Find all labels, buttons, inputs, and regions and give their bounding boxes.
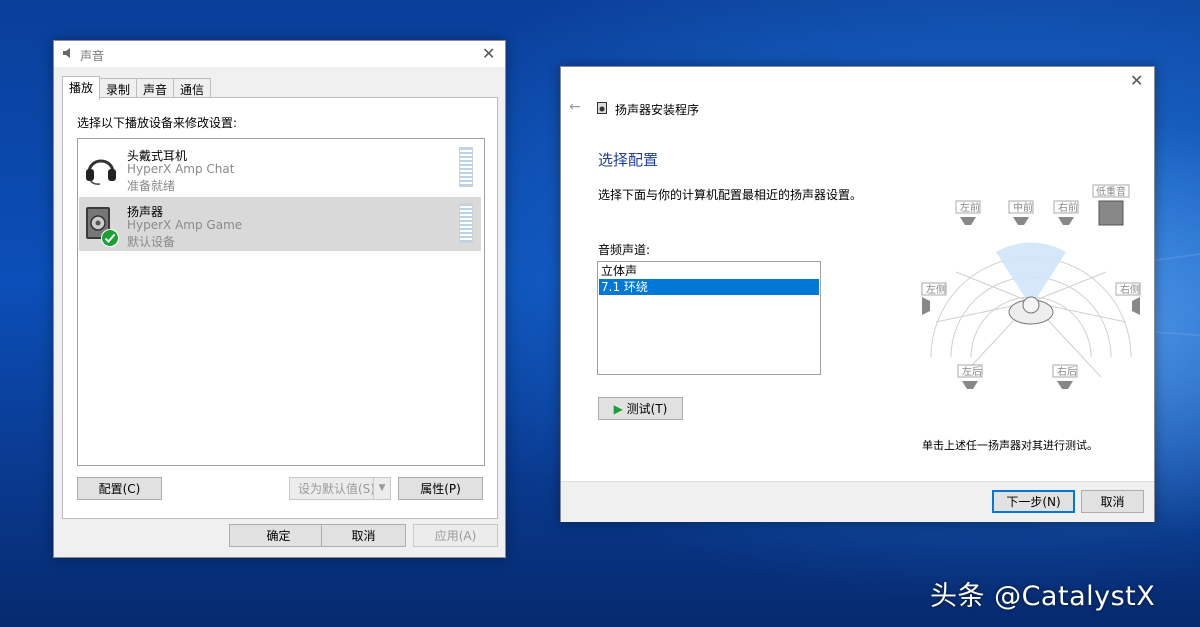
sound-dialog: 声音 ✕ 播放 录制 声音 通信 选择以下播放设备来修改设置: 头戴式耳机 Hy… [53, 40, 506, 558]
test-button[interactable]: ▶ 测试(T) [598, 397, 683, 420]
device-item-headphones[interactable]: 头戴式耳机 HyperX Amp Chat 准备就绪 [79, 141, 481, 195]
playback-panel: 选择以下播放设备来修改设置: 头戴式耳机 HyperX Amp Chat 准备就… [62, 97, 498, 519]
channel-list[interactable]: 立体声 7.1 环绕 [597, 261, 821, 375]
speaker-layout-diagram: 左前 中前 右前 低重音 左侧 右侧 左后 右后 [921, 184, 1141, 389]
tab-sounds[interactable]: 声音 [136, 78, 175, 99]
default-check-icon [101, 229, 119, 247]
headphones-icon [86, 159, 116, 185]
title-bar[interactable]: 声音 ✕ [54, 41, 505, 67]
speaker-icon [597, 102, 607, 114]
speaker-icon [63, 48, 70, 58]
device-model: HyperX Amp Game [127, 218, 243, 232]
tab-recording[interactable]: 录制 [99, 78, 138, 99]
speaker-label: 左前 [960, 201, 980, 214]
close-icon[interactable]: ✕ [482, 46, 495, 62]
volume-meter [459, 147, 473, 187]
volume-meter [459, 203, 473, 243]
rear-right-speaker[interactable]: 右后 [1052, 364, 1078, 389]
ok-button[interactable]: 确定 [229, 524, 328, 547]
tab-playback[interactable]: 播放 [62, 76, 101, 100]
wallpaper-beam [1150, 251, 1200, 262]
subwoofer-speaker[interactable]: 低重音 [1092, 184, 1130, 226]
listener-icon [1008, 296, 1054, 325]
channel-option-stereo[interactable]: 立体声 [599, 263, 819, 279]
instruction-text: 选择以下播放设备来修改设置: [77, 116, 238, 130]
set-default-label: 设为默认值(S) [298, 482, 375, 496]
speaker-label: 低重音 [1096, 185, 1126, 198]
configure-button[interactable]: 配置(C) [77, 477, 162, 500]
device-status: 默认设备 [127, 235, 176, 249]
speaker-label: 右侧 [1120, 283, 1140, 296]
speaker-label: 中前 [1013, 201, 1033, 214]
tab-communications[interactable]: 通信 [173, 78, 212, 99]
set-default-button[interactable]: 设为默认值(S) ▼ [289, 477, 391, 500]
tab-strip: 播放 录制 声音 通信 [62, 76, 212, 100]
speaker-label: 左后 [962, 365, 982, 378]
test-label: 测试(T) [626, 402, 668, 416]
speaker-label: 右后 [1057, 365, 1077, 378]
window-title: 声音 [80, 49, 105, 63]
front-right-speaker[interactable]: 右前 [1053, 200, 1079, 225]
device-item-speakers[interactable]: 扬声器 HyperX Amp Game 默认设备 [79, 197, 481, 251]
rear-left-speaker[interactable]: 左后 [957, 364, 983, 389]
apply-button[interactable]: 应用(A) [413, 524, 498, 547]
channel-option-7-1-surround[interactable]: 7.1 环绕 [599, 279, 819, 295]
device-list[interactable]: 头戴式耳机 HyperX Amp Chat 准备就绪 扬声器 HyperX Am… [77, 138, 485, 466]
speaker-label: 右前 [1058, 201, 1078, 214]
dropdown-arrow-icon[interactable]: ▼ [373, 478, 390, 499]
front-left-speaker[interactable]: 左前 [955, 200, 981, 225]
device-model: HyperX Amp Chat [127, 162, 235, 176]
wizard-footer: 下一步(N) 取消 [561, 481, 1154, 522]
close-icon[interactable]: ✕ [1130, 73, 1143, 89]
cancel-button[interactable]: 取消 [321, 524, 406, 547]
watermark: 头条 @CatalystX [930, 581, 1156, 612]
front-center-speaker[interactable]: 中前 [1008, 200, 1034, 225]
channels-label: 音频声道: [598, 243, 651, 257]
next-button[interactable]: 下一步(N) [992, 490, 1075, 513]
cancel-button[interactable]: 取消 [1081, 490, 1144, 513]
properties-button[interactable]: 属性(P) [398, 477, 483, 500]
page-heading: 选择配置 [598, 151, 659, 169]
speaker-setup-dialog: ✕ ← 扬声器安装程序 选择配置 选择下面与你的计算机配置最相近的扬声器设置。 … [560, 66, 1155, 522]
speaker-label: 左侧 [926, 283, 946, 296]
back-arrow-icon[interactable]: ← [569, 99, 581, 115]
wizard-title: 扬声器安装程序 [615, 103, 700, 117]
hint-text: 单击上述任一扬声器对其进行测试。 [922, 439, 1098, 452]
description-text: 选择下面与你的计算机配置最相近的扬声器设置。 [598, 188, 863, 202]
play-icon: ▶ [613, 402, 623, 416]
device-status: 准备就绪 [127, 179, 176, 193]
